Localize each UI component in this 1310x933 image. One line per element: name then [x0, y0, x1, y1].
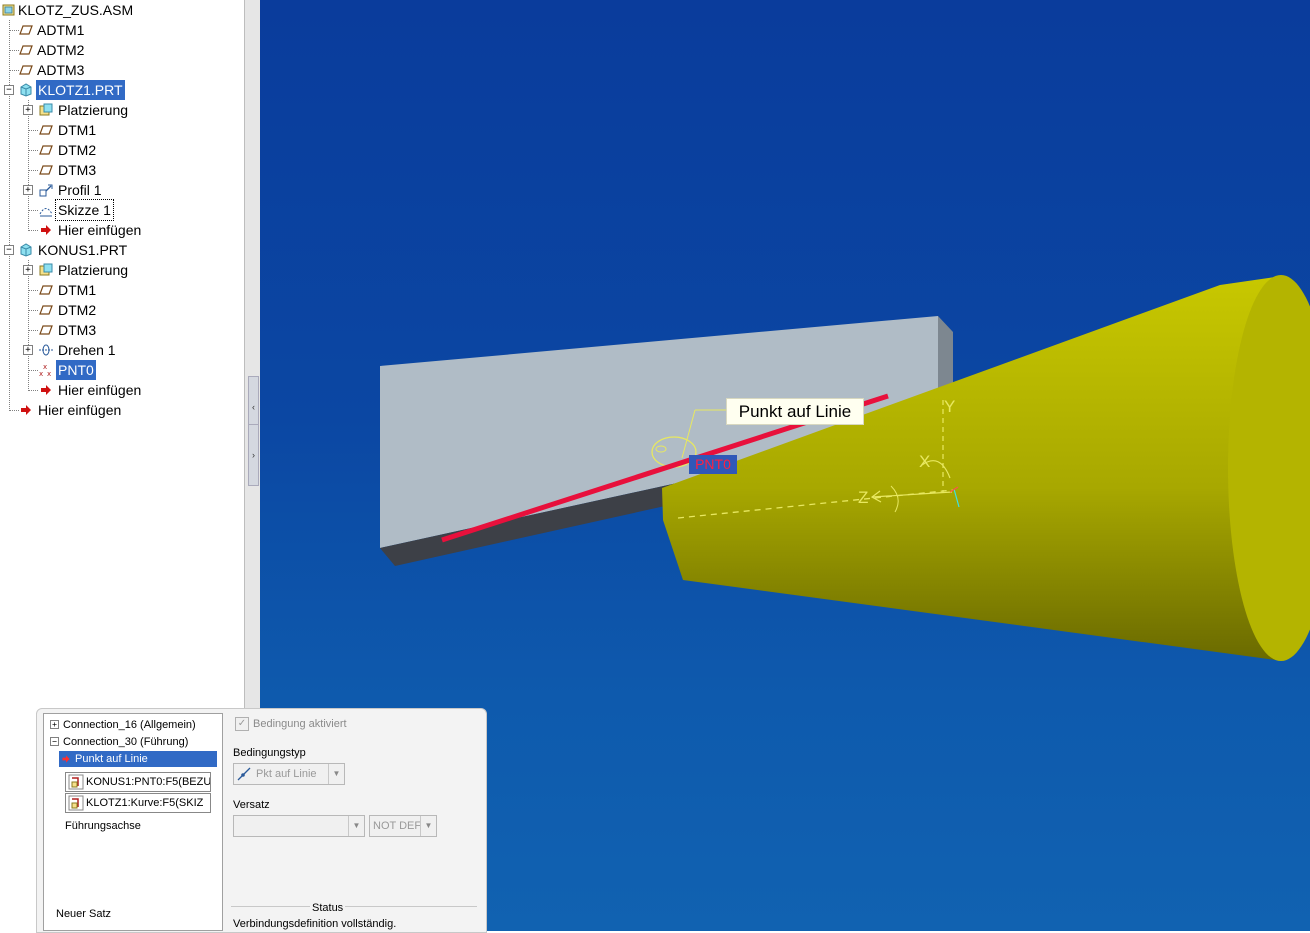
status-divider — [231, 906, 477, 907]
tree-item-label: ADTM1 — [37, 22, 85, 38]
offset-unit-select[interactable]: NOT DEF ▼ — [369, 815, 437, 837]
status-text: Verbindungsdefinition vollständig. — [233, 918, 397, 930]
tree-item-label: DTM1 — [58, 122, 97, 138]
tree-item-label: Hier einfügen — [58, 222, 142, 238]
chevron-down-icon: ▼ — [420, 816, 436, 836]
guide-axis-label: Führungsachse — [65, 820, 141, 832]
new-set-area: Neuer Satz — [43, 846, 223, 931]
tree-item-label: DTM2 — [58, 302, 97, 318]
part-reference-icon — [68, 774, 84, 790]
collapse-icon[interactable]: − — [4, 85, 14, 95]
offset-select[interactable]: ▼ — [233, 815, 365, 837]
new-set-link[interactable]: Neuer Satz — [56, 908, 111, 920]
chevron-down-icon: ▼ — [328, 764, 344, 784]
tree-item-label: Hier einfügen — [38, 402, 122, 418]
insert-arrow-icon — [21, 405, 31, 415]
expand-icon[interactable]: + — [50, 720, 59, 729]
axis-x-label: X — [919, 452, 930, 471]
constraint-annotation: Punkt auf Linie — [726, 398, 864, 425]
tree-item-label: Drehen 1 — [58, 342, 116, 358]
datum-point-icon: xx x — [39, 363, 51, 377]
insert-arrow-icon — [41, 385, 51, 395]
axis-y-label: Y — [944, 397, 955, 416]
connection-label: Connection_30 (Führung) — [63, 736, 189, 748]
datum-plane-icon — [19, 25, 33, 35]
status-label: Status — [310, 902, 346, 914]
tree-item-label: DTM3 — [58, 162, 97, 178]
datum-plane-icon — [39, 325, 53, 335]
tree-item-label: DTM3 — [58, 322, 97, 338]
tree-item-label: DTM1 — [58, 282, 97, 298]
reference-field-2[interactable]: KLOTZ1:Kurve:F5(SKIZ — [65, 793, 211, 813]
constraint-type-value: Pkt auf Linie — [256, 768, 317, 780]
svg-text:x: x — [39, 370, 43, 377]
reference-text: KLOTZ1:Kurve:F5(SKIZ — [86, 797, 204, 809]
constraint-item-selected[interactable]: Punkt auf Linie — [59, 751, 217, 767]
part-icon — [20, 83, 32, 97]
revolve-icon — [39, 344, 53, 356]
tree-item-label: PNT0 — [56, 360, 96, 380]
placement-icon — [39, 103, 53, 116]
expand-icon[interactable]: + — [23, 185, 33, 195]
point-label: PNT0 — [689, 455, 737, 474]
connection-dialog: + Connection_16 (Allgemein) − Connection… — [36, 708, 487, 933]
datum-plane-icon — [39, 165, 53, 175]
tree-item-label: KLOTZ_ZUS.ASM — [18, 2, 134, 18]
collapse-icon[interactable]: − — [50, 737, 59, 746]
datum-plane-icon — [19, 45, 33, 55]
enable-checkbox[interactable]: ✓ — [235, 717, 249, 731]
datum-plane-icon — [19, 65, 33, 75]
connection-label: Connection_16 (Allgemein) — [63, 719, 196, 731]
enable-label: Bedingung aktiviert — [253, 718, 347, 730]
expand-icon[interactable]: + — [23, 105, 33, 115]
tree-item-label: ADTM3 — [37, 62, 85, 78]
chevron-down-icon: ▼ — [348, 816, 364, 836]
datum-plane-icon — [39, 125, 53, 135]
insert-arrow-icon — [41, 225, 51, 235]
insert-arrow-icon — [62, 755, 70, 763]
expand-right-icon[interactable]: › — [248, 424, 259, 486]
tree-item-label: Platzierung — [58, 102, 129, 118]
reference-text: KONUS1:PNT0:F5(BEZU — [86, 776, 211, 788]
part-reference-icon — [68, 795, 84, 811]
constraint-label: Punkt auf Linie — [75, 753, 148, 765]
tree-item-label: Skizze 1 — [55, 199, 114, 221]
datum-plane-icon — [39, 285, 53, 295]
offset-unit-value: NOT DEF — [373, 820, 422, 832]
reference-field-1[interactable]: KONUS1:PNT0:F5(BEZU — [65, 772, 211, 792]
expand-icon[interactable]: + — [23, 345, 33, 355]
tree-item-label: Platzierung — [58, 262, 129, 278]
tree-item-label: KLOTZ1.PRT — [36, 80, 125, 100]
tree-item-label: KONUS1.PRT — [38, 242, 128, 258]
collapse-icon[interactable]: − — [4, 245, 14, 255]
tree-item-label: ADTM2 — [37, 42, 85, 58]
expand-icon[interactable]: + — [23, 265, 33, 275]
tree-item-label: Profil 1 — [58, 182, 102, 198]
sketch-icon — [39, 208, 53, 217]
svg-text:x: x — [47, 370, 51, 377]
datum-plane-icon — [39, 305, 53, 315]
constraint-type-label: Bedingungstyp — [233, 747, 306, 759]
extrude-icon — [39, 184, 53, 197]
axis-z-label: Z — [858, 488, 868, 507]
offset-label: Versatz — [233, 799, 270, 811]
part-icon — [20, 243, 32, 257]
assembly-icon — [2, 4, 15, 16]
datum-plane-icon — [39, 145, 53, 155]
placement-icon — [39, 263, 53, 276]
tree-item-label: DTM2 — [58, 142, 97, 158]
constraint-type-select[interactable]: Pkt auf Linie ▼ — [233, 763, 345, 785]
tree-item-label: Hier einfügen — [58, 382, 142, 398]
point-on-line-icon — [237, 767, 251, 781]
